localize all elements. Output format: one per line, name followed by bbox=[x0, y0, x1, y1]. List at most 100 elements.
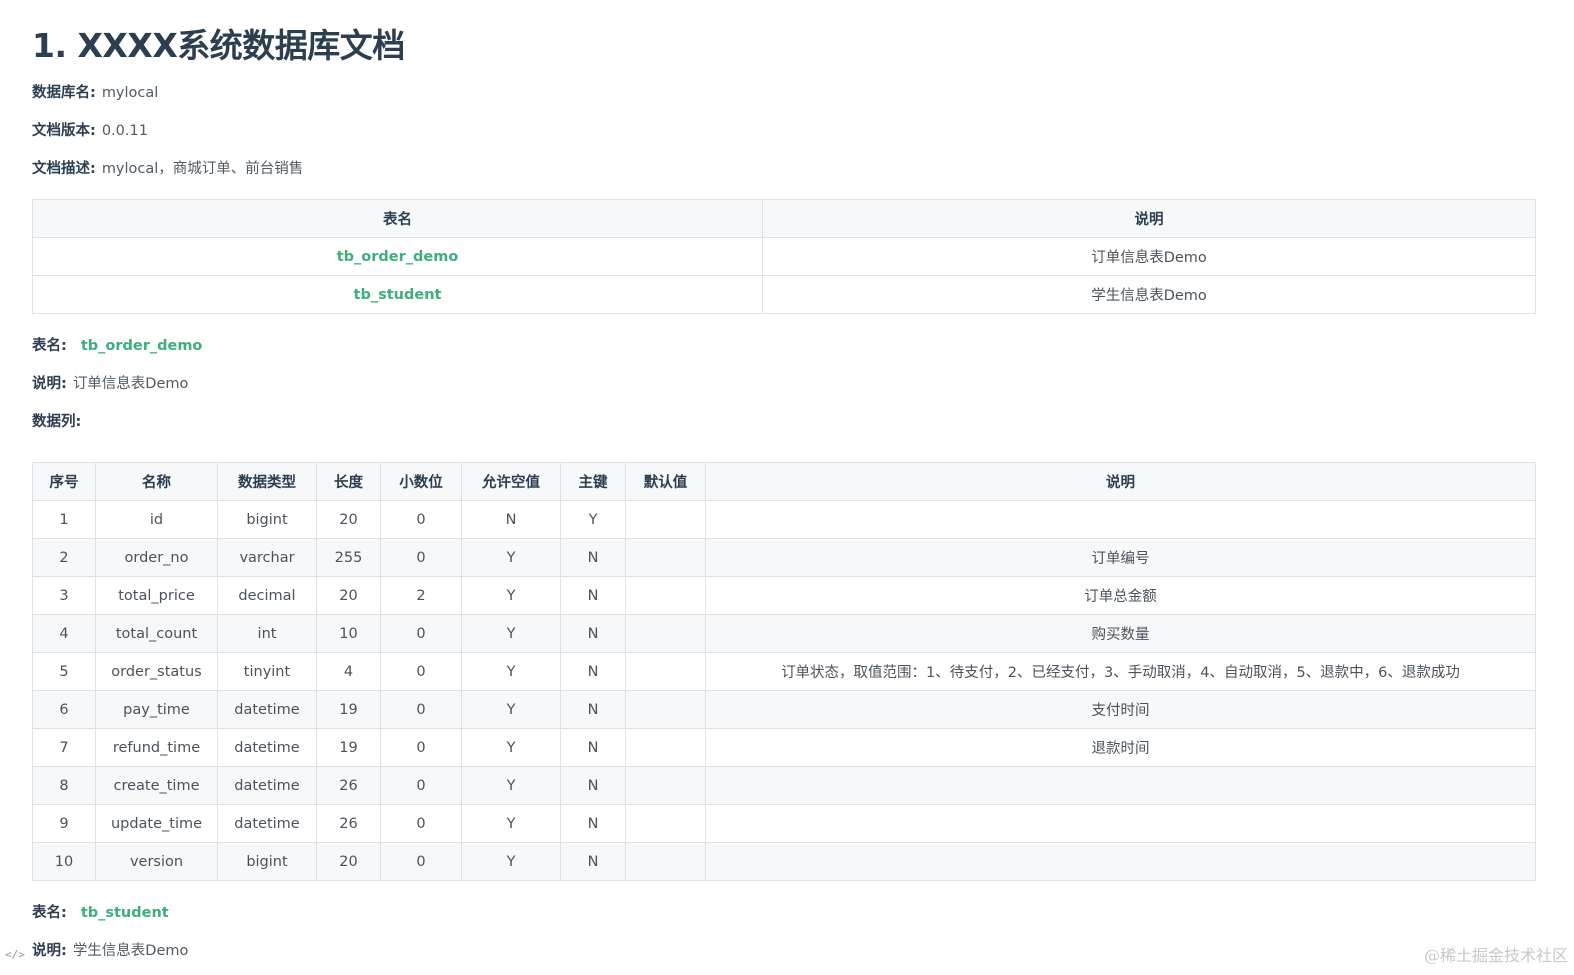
table-row: 2 order_no varchar 255 0 Y N 订单编号 bbox=[32, 538, 1536, 577]
header-cell: 数据类型 bbox=[217, 462, 317, 501]
cell-index: 6 bbox=[32, 690, 96, 729]
cell-index: 7 bbox=[32, 728, 96, 767]
header-cell: 名称 bbox=[95, 462, 218, 501]
cell-nullable: Y bbox=[461, 842, 561, 881]
cell-default bbox=[625, 538, 706, 577]
header-cell: 说明 bbox=[762, 199, 1536, 238]
cell-index: 9 bbox=[32, 804, 96, 843]
cell-default bbox=[625, 614, 706, 653]
table-row: tb_student 学生信息表Demo bbox=[32, 275, 1536, 314]
cell-length: 4 bbox=[316, 652, 381, 691]
table-row: 9 update_time datetime 26 0 Y N bbox=[32, 804, 1536, 843]
meta-value: mylocal，商城订单、前台销售 bbox=[101, 161, 304, 177]
cell-nullable: N bbox=[461, 500, 561, 539]
document: 1. XXXX系统数据库文档 数据库名: mylocal 文档版本: 0.0.11 … bbox=[32, 18, 1536, 970]
table-name-line: 表名: tb_order_demo bbox=[32, 327, 1535, 365]
cell-decimals: 0 bbox=[380, 538, 462, 577]
table-header-row: 序号 名称 数据类型 长度 小数位 允许空值 主键 默认值 说明 bbox=[32, 462, 1536, 501]
table-row: 1 id bigint 20 0 N Y bbox=[32, 500, 1536, 539]
table-name-label: 表名: bbox=[32, 338, 67, 354]
cell-length: 20 bbox=[316, 842, 381, 881]
table-row: tb_order_demo 订单信息表Demo bbox=[32, 237, 1536, 276]
cell-column-name: create_time bbox=[95, 766, 218, 805]
cell-default bbox=[625, 804, 706, 843]
cell-decimals: 0 bbox=[380, 804, 462, 843]
table-desc-value: 订单信息表Demo bbox=[72, 376, 189, 392]
cell-column-name: total_count bbox=[95, 614, 218, 653]
cell-nullable: Y bbox=[461, 652, 561, 691]
cell-column-name: pay_time bbox=[95, 690, 218, 729]
columns-label: 数据列: bbox=[32, 414, 82, 430]
table-desc-label: 说明: bbox=[32, 376, 67, 392]
cell-decimals: 0 bbox=[380, 842, 462, 881]
cell-data-type: tinyint bbox=[217, 652, 317, 691]
table-header-row: 表名 说明 bbox=[32, 199, 1536, 238]
columns-table: 序号 名称 数据类型 长度 小数位 允许空值 主键 默认值 说明 1 id bigint 20 0 N Y 2… bbox=[32, 462, 1536, 881]
meta-label: 数据库名: bbox=[32, 85, 96, 101]
cell-primary-key: N bbox=[560, 538, 626, 577]
cell-comment: 支付时间 bbox=[705, 690, 1536, 729]
meta-label: 文档版本: bbox=[32, 123, 96, 139]
cell-decimals: 0 bbox=[380, 728, 462, 767]
cell-length: 10 bbox=[316, 614, 381, 653]
meta-doc-description: 文档描述: mylocal，商城订单、前台销售 bbox=[32, 150, 1535, 188]
cell-column-name: order_no bbox=[95, 538, 218, 577]
cell-comment bbox=[705, 500, 1536, 539]
table-row: 8 create_time datetime 26 0 Y N bbox=[32, 766, 1536, 805]
cell-nullable: Y bbox=[461, 538, 561, 577]
table-row: 7 refund_time datetime 19 0 Y N 退款时间 bbox=[32, 728, 1536, 767]
header-cell: 允许空值 bbox=[461, 462, 561, 501]
cell-default bbox=[625, 576, 706, 615]
table-row: 10 version bigint 20 0 Y N bbox=[32, 842, 1536, 881]
cell-default bbox=[625, 500, 706, 539]
cell-comment bbox=[705, 804, 1536, 843]
cell-data-type: datetime bbox=[217, 690, 317, 729]
cell-nullable: Y bbox=[461, 690, 561, 729]
cell-primary-key: N bbox=[560, 804, 626, 843]
cell-comment: 退款时间 bbox=[705, 728, 1536, 767]
cell-comment: 订单编号 bbox=[705, 538, 1536, 577]
cell-length: 20 bbox=[316, 576, 381, 615]
cell-index: 10 bbox=[32, 842, 96, 881]
cell-primary-key: Y bbox=[560, 500, 626, 539]
header-cell: 序号 bbox=[32, 462, 96, 501]
cell-primary-key: N bbox=[560, 576, 626, 615]
table-name-link[interactable]: tb_student bbox=[32, 275, 763, 314]
cell-decimals: 0 bbox=[380, 614, 462, 653]
code-icon[interactable]: </> bbox=[5, 948, 25, 961]
cell-primary-key: N bbox=[560, 614, 626, 653]
cell-column-name: refund_time bbox=[95, 728, 218, 767]
cell-primary-key: N bbox=[560, 690, 626, 729]
cell-index: 3 bbox=[32, 576, 96, 615]
cell-comment: 购买数量 bbox=[705, 614, 1536, 653]
table-row: 4 total_count int 10 0 Y N 购买数量 bbox=[32, 614, 1536, 653]
cell-length: 19 bbox=[316, 728, 381, 767]
cell-data-type: datetime bbox=[217, 804, 317, 843]
header-cell: 默认值 bbox=[625, 462, 706, 501]
table-name-line: 表名: tb_student bbox=[32, 894, 1535, 932]
cell-primary-key: N bbox=[560, 652, 626, 691]
cell-data-type: varchar bbox=[217, 538, 317, 577]
table-desc-value: 学生信息表Demo bbox=[72, 943, 189, 959]
cell-column-name: total_price bbox=[95, 576, 218, 615]
cell-decimals: 0 bbox=[380, 500, 462, 539]
cell-decimals: 0 bbox=[380, 652, 462, 691]
cell-default bbox=[625, 690, 706, 729]
cell-data-type: datetime bbox=[217, 728, 317, 767]
cell-decimals: 0 bbox=[380, 690, 462, 729]
table-name-link[interactable]: tb_order_demo bbox=[81, 338, 203, 354]
cell-comment: 订单总金额 bbox=[705, 576, 1536, 615]
cell-comment bbox=[705, 766, 1536, 805]
cell-decimals: 0 bbox=[380, 766, 462, 805]
cell-comment bbox=[705, 842, 1536, 881]
table-row: 6 pay_time datetime 19 0 Y N 支付时间 bbox=[32, 690, 1536, 729]
cell-primary-key: N bbox=[560, 842, 626, 881]
cell-length: 19 bbox=[316, 690, 381, 729]
table-name-link[interactable]: tb_student bbox=[81, 905, 169, 921]
cell-default bbox=[625, 652, 706, 691]
cell-nullable: Y bbox=[461, 766, 561, 805]
table-name-link[interactable]: tb_order_demo bbox=[32, 237, 763, 276]
header-cell: 说明 bbox=[705, 462, 1536, 501]
cell-data-type: datetime bbox=[217, 766, 317, 805]
cell-index: 5 bbox=[32, 652, 96, 691]
